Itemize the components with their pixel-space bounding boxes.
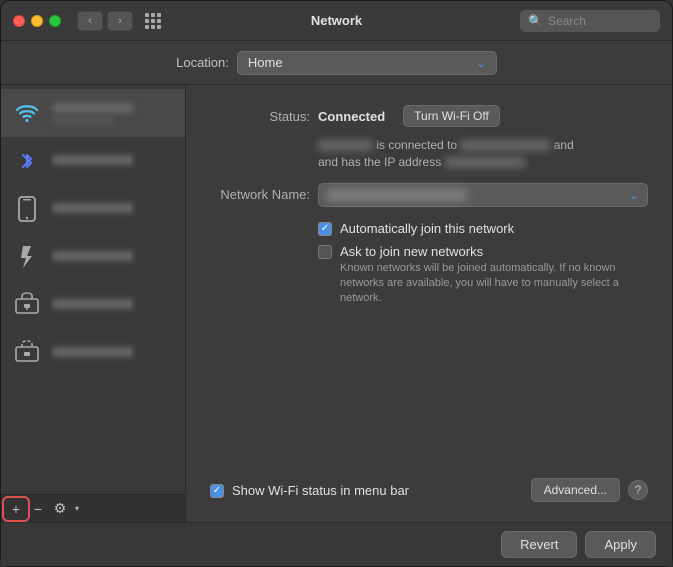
main-content: + − ⚙ ▾ Status: Connected Turn Wi-Fi Off… [1,85,672,522]
maximize-button[interactable] [49,15,61,27]
connection-info: is connected to and and has the IP addre… [318,137,648,171]
network-name-value-blurred [327,190,467,200]
gear-dropdown-arrow[interactable]: ▾ [72,499,82,519]
search-input[interactable] [548,14,652,28]
location-bar: Location: Home ⌄ [1,41,672,85]
sidebar-item-thunderbolt[interactable] [1,233,185,281]
sidebar-item-iphone[interactable] [1,185,185,233]
auto-join-row: ✓ Automatically join this network [318,221,648,236]
location-label: Location: [176,55,229,70]
traffic-lights [13,15,61,27]
vpn1-icon [11,289,43,321]
location-dropdown-arrow: ⌄ [476,56,486,70]
status-row: Status: Connected Turn Wi-Fi Off [210,105,648,127]
bluetooth-icon [11,145,43,177]
turn-wifi-button[interactable]: Turn Wi-Fi Off [403,105,500,127]
search-box[interactable]: 🔍 [520,10,660,32]
connection-text-and: and [554,138,574,152]
wifi-name-blurred [53,103,133,113]
sidebar-item-bluetooth-text [53,155,175,168]
thunderbolt-name-blurred [53,251,133,261]
right-panel: Status: Connected Turn Wi-Fi Off is conn… [186,85,672,522]
nav-buttons: ‹ › [77,11,133,31]
sidebar-toolbar: + − ⚙ ▾ [1,494,185,522]
bottom-bar: ✓ Show Wi-Fi status in menu bar Advanced… [210,466,648,502]
grid-icon [145,13,161,29]
show-wifi-checkbox[interactable]: ✓ [210,484,224,498]
forward-button[interactable]: › [107,11,133,31]
wifi-status-blurred [53,116,113,124]
network-name-dropdown-arrow: ⌄ [629,188,639,202]
gear-dropdown[interactable]: ⚙ ▾ [49,499,82,519]
network-window: ‹ › Network 🔍 Location: Home ⌄ [0,0,673,567]
auto-join-checkbox[interactable]: ✓ [318,222,332,236]
search-icon: 🔍 [528,14,543,28]
back-button[interactable]: ‹ [77,11,103,31]
connected-device-blurred [318,140,373,151]
ask-join-desc: Known networks will be joined automatica… [340,261,640,307]
sidebar-item-thunderbolt-text [53,251,175,264]
apply-button[interactable]: Apply [585,531,656,558]
network-name-row: Network Name: ⌄ [210,183,648,207]
sidebar-item-vpn1[interactable] [1,281,185,329]
ask-join-label-wrap: Ask to join new networks Known networks … [340,244,640,307]
show-wifi-label: Show Wi-Fi status in menu bar [232,483,409,498]
show-wifi-checkmark-icon: ✓ [213,486,221,496]
ask-join-row: Ask to join new networks Known networks … [318,244,648,307]
grid-button[interactable] [141,11,165,31]
sidebar-item-wifi[interactable] [1,89,185,137]
show-wifi-row: ✓ Show Wi-Fi status in menu bar [210,483,409,498]
close-button[interactable] [13,15,25,27]
window-title: Network [311,13,362,28]
titlebar: ‹ › Network 🔍 [1,1,672,41]
sidebar-list [1,85,185,494]
remove-network-button[interactable]: − [27,499,49,519]
ask-join-checkbox[interactable] [318,245,332,259]
network-ssid-blurred [460,140,550,151]
connection-text-2: and has the IP address [318,155,441,169]
wifi-icon [11,97,43,129]
sidebar-item-wifi-text [53,103,175,124]
sidebar: + − ⚙ ▾ [1,85,186,522]
add-network-button[interactable]: + [5,499,27,519]
sidebar-item-vpn2-text [53,347,175,360]
bluetooth-name-blurred [53,155,133,165]
ask-join-label: Ask to join new networks [340,244,483,259]
vpn1-name-blurred [53,299,133,309]
revert-button[interactable]: Revert [501,531,577,558]
phone-icon [11,193,43,225]
footer: Revert Apply [1,522,672,566]
connection-text-1: is connected to [376,138,457,152]
thunderbolt-icon [11,241,43,273]
network-name-label: Network Name: [210,187,310,202]
gear-button[interactable]: ⚙ [49,499,71,519]
sidebar-item-iphone-text [53,203,175,216]
minimize-button[interactable] [31,15,43,27]
network-name-dropdown[interactable]: ⌄ [318,183,648,207]
status-label: Status: [210,109,310,124]
bottom-right-buttons: Advanced... ? [531,478,648,502]
vpn2-name-blurred [53,347,133,357]
checkmark-icon: ✓ [321,224,329,234]
advanced-button[interactable]: Advanced... [531,478,620,502]
sidebar-item-bluetooth[interactable] [1,137,185,185]
status-value: Connected [318,109,385,124]
location-value: Home [248,55,283,70]
iphone-name-blurred [53,203,133,213]
auto-join-label-wrap: Automatically join this network [340,221,514,236]
sidebar-item-vpn2[interactable] [1,329,185,377]
help-button[interactable]: ? [628,480,648,500]
auto-join-label: Automatically join this network [340,221,514,236]
vpn2-icon [11,337,43,369]
ip-address-blurred [445,157,525,168]
location-dropdown[interactable]: Home ⌄ [237,51,497,75]
sidebar-item-vpn1-text [53,299,175,312]
